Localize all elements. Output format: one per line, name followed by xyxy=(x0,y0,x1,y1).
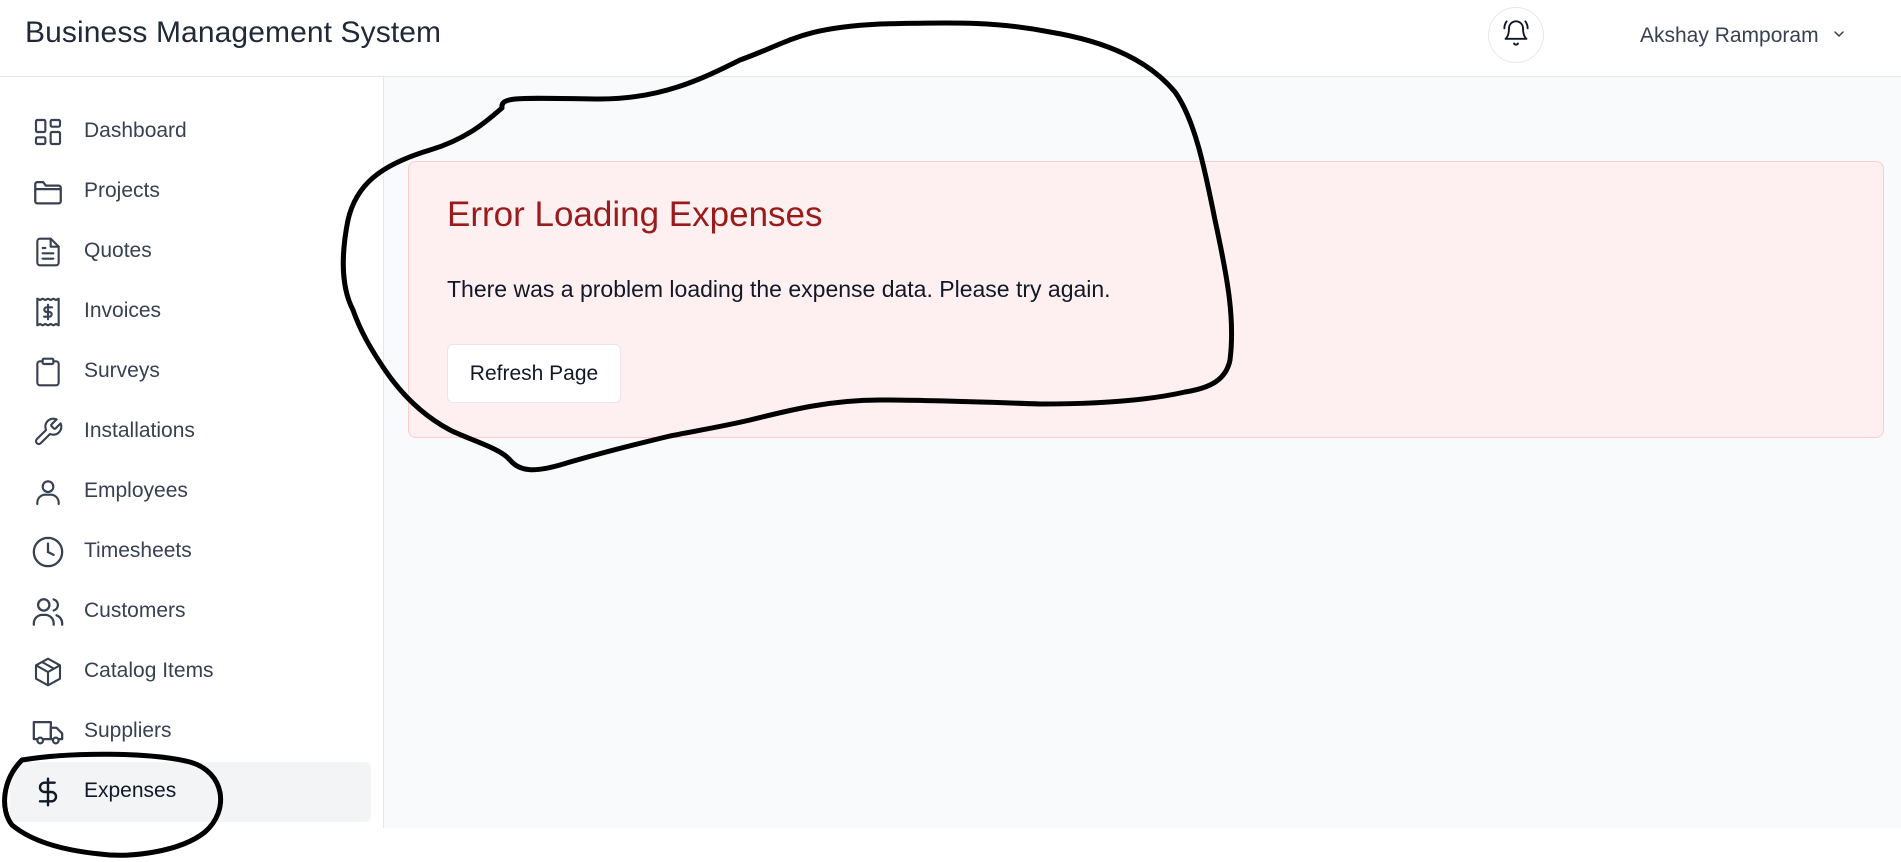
sidebar-item-projects[interactable]: Projects xyxy=(10,162,371,222)
sidebar-item-label: Customers xyxy=(84,599,186,622)
clipboard-icon xyxy=(31,355,65,389)
bell-icon xyxy=(1502,19,1530,52)
sidebar: Dashboard Projects Quotes Invoices Surve… xyxy=(0,77,384,828)
clock-icon xyxy=(31,535,65,569)
refresh-page-button[interactable]: Refresh Page xyxy=(447,344,621,403)
sidebar-item-expenses[interactable]: Expenses xyxy=(10,762,371,822)
sidebar-item-installations[interactable]: Installations xyxy=(10,402,371,462)
sidebar-item-surveys[interactable]: Surveys xyxy=(10,342,371,402)
sidebar-item-label: Quotes xyxy=(84,239,152,262)
sidebar-item-suppliers[interactable]: Suppliers xyxy=(10,702,371,762)
dollar-icon xyxy=(31,775,65,809)
user-name: Akshay Ramporam xyxy=(1640,24,1819,47)
sidebar-item-quotes[interactable]: Quotes xyxy=(10,222,371,282)
dashboard-grid-icon xyxy=(31,115,65,149)
sidebar-item-label: Timesheets xyxy=(84,539,192,562)
notifications-button[interactable] xyxy=(1488,7,1544,63)
error-title: Error Loading Expenses xyxy=(447,195,823,234)
main-content: Error Loading Expenses There was a probl… xyxy=(384,77,1901,828)
chevron-down-icon xyxy=(1831,24,1847,48)
receipt-dollar-icon xyxy=(31,295,65,329)
error-alert: Error Loading Expenses There was a probl… xyxy=(408,161,1884,438)
sidebar-item-employees[interactable]: Employees xyxy=(10,462,371,522)
sidebar-item-label: Employees xyxy=(84,479,188,502)
sidebar-item-label: Catalog Items xyxy=(84,659,214,682)
document-icon xyxy=(31,235,65,269)
sidebar-item-label: Expenses xyxy=(84,779,177,802)
sidebar-item-timesheets[interactable]: Timesheets xyxy=(10,522,371,582)
sidebar-item-dashboard[interactable]: Dashboard xyxy=(10,102,371,162)
sidebar-item-label: Surveys xyxy=(84,359,160,382)
wrench-icon xyxy=(31,415,65,449)
user-icon xyxy=(31,475,65,509)
top-header: Business Management System Akshay Rampor… xyxy=(0,0,1901,77)
sidebar-item-label: Invoices xyxy=(84,299,162,322)
sidebar-item-invoices[interactable]: Invoices xyxy=(10,282,371,342)
sidebar-item-label: Suppliers xyxy=(84,719,172,742)
truck-icon xyxy=(31,715,65,749)
sidebar-item-label: Installations xyxy=(84,419,195,442)
user-menu[interactable]: Akshay Ramporam xyxy=(1640,20,1847,52)
sidebar-item-label: Projects xyxy=(84,179,160,202)
users-icon xyxy=(31,595,65,629)
folder-icon xyxy=(31,175,65,209)
package-icon xyxy=(31,655,65,689)
sidebar-item-label: Dashboard xyxy=(84,119,187,142)
error-message: There was a problem loading the expense … xyxy=(447,276,1111,302)
app-title: Business Management System xyxy=(25,16,442,49)
sidebar-item-customers[interactable]: Customers xyxy=(10,582,371,642)
sidebar-item-catalog-items[interactable]: Catalog Items xyxy=(10,642,371,702)
